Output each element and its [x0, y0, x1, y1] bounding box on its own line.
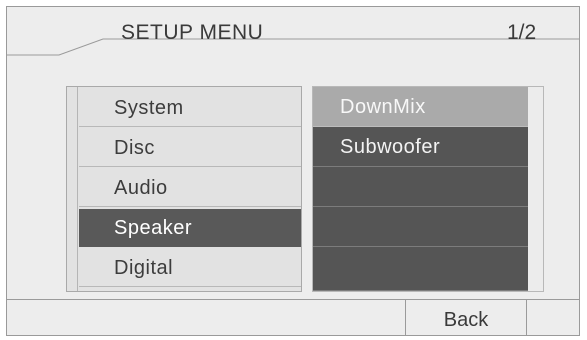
menu-item-system[interactable]: System — [79, 89, 301, 127]
menu-item-audio[interactable]: Audio — [79, 169, 301, 207]
header-frame — [7, 38, 579, 56]
back-button[interactable]: Back — [405, 300, 527, 336]
sub-item-subwoofer[interactable]: Subwoofer — [313, 127, 528, 167]
footer-bar: Back — [7, 299, 579, 336]
page-title: SETUP MENU — [121, 21, 264, 44]
sub-item-empty-2 — [313, 207, 528, 247]
menu-item-digital[interactable]: Digital — [79, 249, 301, 287]
sub-item-empty-3 — [313, 247, 528, 291]
setup-menu-screen: SETUP MENU 1/2 System Disc Audio Speaker… — [6, 6, 580, 336]
sub-item-downmix[interactable]: DownMix — [313, 87, 528, 127]
sub-menu: DownMix Subwoofer — [312, 86, 544, 292]
menu-item-disc[interactable]: Disc — [79, 129, 301, 167]
main-menu: System Disc Audio Speaker Digital — [66, 86, 302, 292]
menu-item-speaker[interactable]: Speaker — [79, 209, 301, 247]
sub-item-empty-1 — [313, 167, 528, 207]
page-indicator: 1/2 — [507, 21, 537, 44]
menu-rail — [77, 87, 78, 291]
